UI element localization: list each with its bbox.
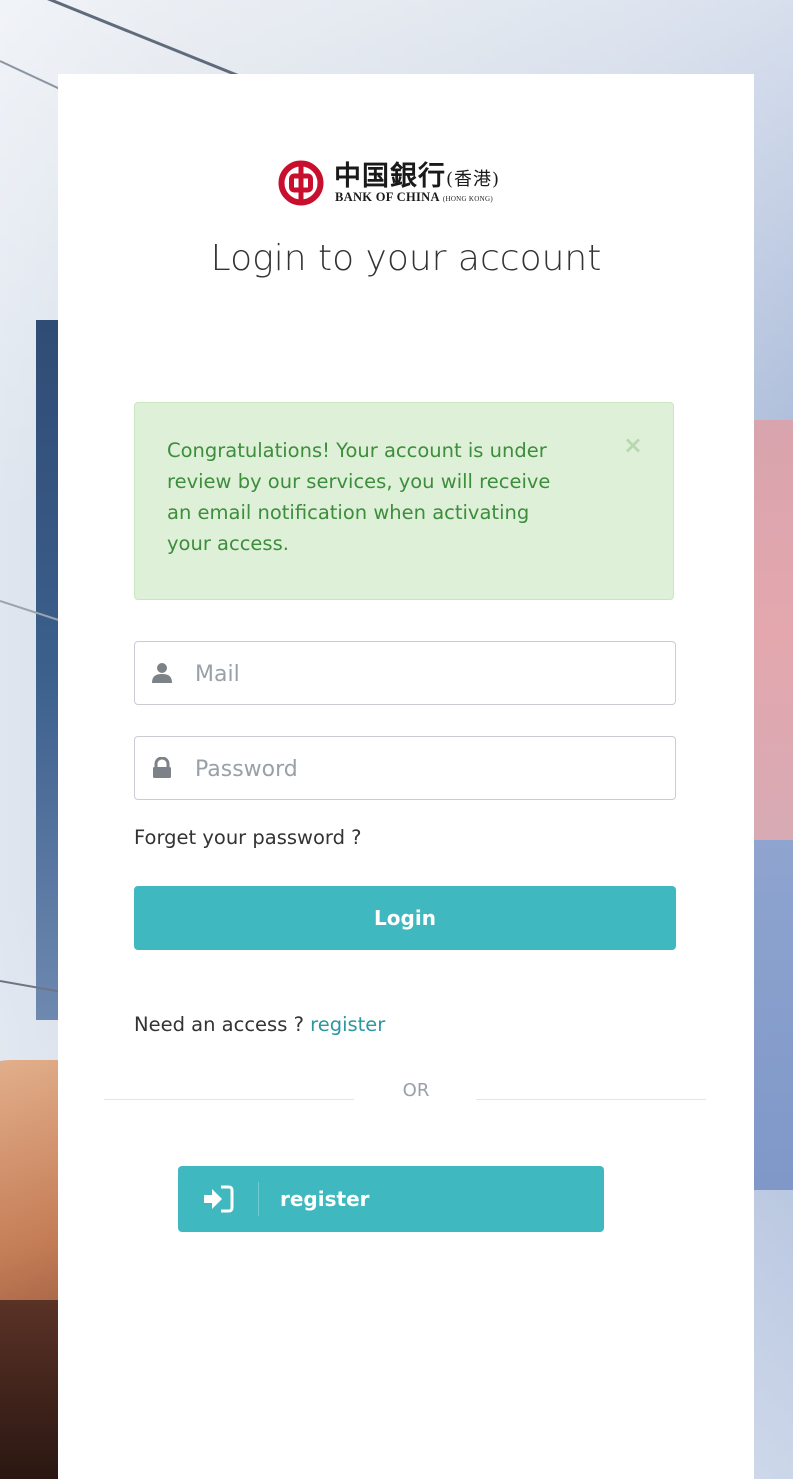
need-access-row: Need an access ? register <box>134 1013 385 1036</box>
lock-icon <box>153 757 171 778</box>
bank-logo: 中国銀行(香港) BANK OF CHINA (HONG KONG) <box>278 154 538 210</box>
or-label: OR <box>402 1080 430 1101</box>
bank-region-en: (HONG KONG) <box>442 195 493 203</box>
bank-region-cn: (香港) <box>446 169 501 190</box>
divider-line <box>104 1099 354 1100</box>
forgot-password-link[interactable]: Forget your password ? <box>134 826 362 849</box>
register-button[interactable]: register <box>178 1166 604 1232</box>
password-field[interactable] <box>134 736 676 800</box>
success-alert: Congratulations! Your account is under r… <box>134 402 674 600</box>
bank-name-chinese: 中国銀行(香港) <box>334 154 500 193</box>
user-icon <box>152 663 172 683</box>
login-button[interactable]: Login <box>134 886 676 950</box>
password-input[interactable] <box>193 745 657 793</box>
login-card: 中国銀行(香港) BANK OF CHINA (HONG KONG) Login … <box>58 74 754 1479</box>
button-divider <box>258 1182 259 1216</box>
page-title: Login to your account <box>210 238 602 279</box>
need-access-text: Need an access ? <box>134 1013 304 1036</box>
close-icon[interactable]: × <box>623 433 643 457</box>
or-divider: OR <box>104 1080 706 1104</box>
bank-name-en: BANK OF CHINA <box>335 190 440 204</box>
sign-in-icon <box>204 1185 234 1213</box>
alert-message: Congratulations! Your account is under r… <box>167 439 551 555</box>
register-button-label: register <box>280 1187 370 1211</box>
register-link[interactable]: register <box>310 1013 385 1036</box>
bank-name-cn: 中国銀行 <box>334 161 446 192</box>
bank-of-china-logo-icon <box>278 160 324 206</box>
bank-name-english: BANK OF CHINA (HONG KONG) <box>335 190 493 205</box>
mail-field[interactable] <box>134 641 676 705</box>
mail-input[interactable] <box>193 650 657 698</box>
divider-line <box>476 1099 706 1100</box>
